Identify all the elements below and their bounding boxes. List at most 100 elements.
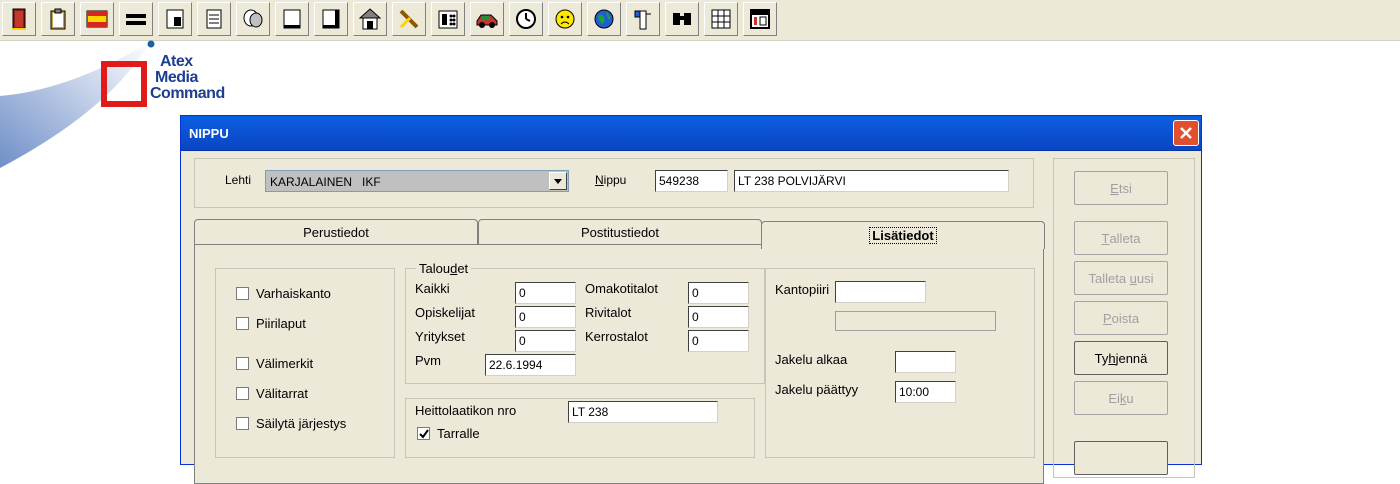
nippu-label-rest: ippu — [603, 173, 627, 187]
close-button[interactable] — [1173, 120, 1199, 146]
tarralle-checkbox[interactable] — [417, 427, 430, 440]
heittolaatikko-input[interactable]: LT 238 — [568, 401, 718, 423]
lehti-select[interactable]: KARJALAINEN IKF — [265, 170, 569, 192]
talleta-uusi-button[interactable]: Talleta u usi — [1074, 261, 1168, 295]
clock-icon[interactable] — [509, 2, 543, 36]
valitarrat-label: Välitarrat — [256, 386, 309, 401]
opiskelijat-label: Opiskelijat — [415, 305, 475, 320]
talleta-button[interactable]: Talleta — [1074, 221, 1168, 255]
btn-text-a: Ei — [1108, 390, 1120, 406]
valitarrat-checkbox[interactable] — [236, 387, 249, 400]
tab-label: Postitustiedot — [580, 225, 660, 240]
jakelu-paattyy-input[interactable]: 10:00 — [895, 381, 956, 403]
omakotitalot-input[interactable]: 0 — [688, 282, 749, 304]
btn-text-b: usi — [1136, 270, 1154, 286]
jakelu-alkaa-input[interactable] — [895, 351, 956, 373]
taloudet-title-a: Talou — [419, 261, 451, 276]
nippu-label: Nippu — [595, 173, 626, 187]
valimerkit-label: Välimerkit — [256, 356, 314, 371]
opiskelijat-input[interactable]: 0 — [515, 306, 576, 328]
rivitalot-input[interactable]: 0 — [688, 306, 749, 328]
stamp-icon[interactable] — [158, 2, 192, 36]
rivitalot-label: Rivitalot — [585, 305, 632, 320]
action-buttons-group: Etsi Talleta Talleta u usi Poista Ty h jenn… — [1053, 158, 1195, 478]
main-toolbar — [0, 0, 1400, 41]
btn-text-b: oista — [1111, 310, 1140, 326]
tyhjenna-button[interactable]: Ty h jennä — [1074, 341, 1168, 375]
btn-text-b: alleta — [1109, 230, 1141, 246]
logo-line-3: Command — [150, 85, 225, 102]
house-icon[interactable] — [353, 2, 387, 36]
nippu-number-input[interactable]: 549238 — [655, 170, 728, 192]
tab-label: Perustiedot — [303, 225, 369, 240]
jakelu-paattyy-label: Jakelu päättyy — [775, 382, 859, 397]
globe-icon[interactable] — [587, 2, 621, 36]
window-title: NIPPU — [189, 126, 229, 141]
mailbox-icon[interactable] — [626, 2, 660, 36]
notepad-icon[interactable] — [197, 2, 231, 36]
options-group: Varhaiskanto Piirilaput Välimerkit Välit… — [215, 268, 395, 458]
logo-line-2: Media — [155, 69, 198, 86]
etsi-button[interactable]: Etsi — [1074, 171, 1168, 205]
document-icon[interactable] — [275, 2, 309, 36]
door-exit-icon[interactable] — [2, 2, 36, 36]
btn-mnemonic: T — [1101, 230, 1110, 246]
kerrostalot-label: Kerrostalot — [585, 329, 648, 344]
equals-icon[interactable] — [119, 2, 153, 36]
btn-text-a: Talleta — [1088, 270, 1130, 286]
close-icon — [1180, 127, 1192, 139]
sailyta-jarjestys-label: Säilytä järjestys — [256, 416, 347, 431]
tab-label: Lisätiedot — [869, 227, 937, 244]
yritykset-label: Yritykset — [415, 329, 465, 344]
heittolaatikko-group: Heittolaatikon nro LT 238 Tarralle — [405, 398, 755, 458]
yritykset-input[interactable]: 0 — [515, 330, 576, 352]
tools-icon[interactable] — [392, 2, 426, 36]
eiku-button[interactable]: Ei k u — [1074, 381, 1168, 415]
grid-icon[interactable] — [704, 2, 738, 36]
valimerkit-checkbox[interactable] — [236, 357, 249, 370]
pvm-input[interactable]: 22.6.1994 — [485, 354, 576, 376]
checkmark-icon — [418, 428, 429, 439]
clipboard-icon[interactable] — [41, 2, 75, 36]
heittolaatikko-label: Heittolaatikon nro — [415, 403, 517, 418]
masks-icon[interactable] — [236, 2, 270, 36]
poista-button[interactable]: Poista — [1074, 301, 1168, 335]
btn-text-b: jennä — [1115, 350, 1148, 366]
nippu-name-input[interactable]: LT 238 POLVIJÄRVI — [734, 170, 1009, 192]
btn-text-a: Ty — [1094, 350, 1109, 366]
lehti-value: KARJALAINEN IKF — [270, 175, 381, 189]
btn-text-b: tsi — [1118, 180, 1132, 196]
kaikki-input[interactable]: 0 — [515, 282, 576, 304]
kantopiiri-description — [835, 311, 996, 331]
partial-button[interactable] — [1074, 441, 1168, 475]
document-alt-icon[interactable] — [314, 2, 348, 36]
tarralle-label: Tarralle — [437, 426, 480, 441]
btn-mnemonic: h — [1108, 350, 1116, 366]
kerrostalot-input[interactable]: 0 — [688, 330, 749, 352]
piirilaput-checkbox[interactable] — [236, 317, 249, 330]
omakotitalot-label: Omakotitalot — [585, 281, 658, 296]
tab-lisatiedot[interactable]: Lisätiedot — [761, 221, 1045, 249]
sailyta-jarjestys-checkbox[interactable] — [236, 417, 249, 430]
binoculars-icon[interactable] — [665, 2, 699, 36]
dropdown-arrow[interactable] — [549, 172, 567, 190]
tab-panel-lisatiedot: Varhaiskanto Piirilaput Välimerkit Välit… — [194, 244, 1044, 484]
telephone-icon[interactable] — [431, 2, 465, 36]
jakelu-alkaa-label: Jakelu alkaa — [775, 352, 848, 367]
tab-postitustiedot[interactable]: Postitustiedot — [478, 219, 762, 245]
varhaiskanto-checkbox[interactable] — [236, 287, 249, 300]
kantopiiri-input[interactable] — [835, 281, 926, 303]
nippu-label-mnemonic: N — [595, 173, 604, 187]
header-group: Lehti KARJALAINEN IKF Nippu 549238 LT 23… — [194, 158, 1034, 208]
car-icon[interactable] — [470, 2, 504, 36]
tab-perustiedot[interactable]: Perustiedot — [194, 219, 478, 245]
face-icon[interactable] — [548, 2, 582, 36]
flag-icon[interactable] — [80, 2, 114, 36]
calendar-icon[interactable] — [743, 2, 777, 36]
btn-text-b: u — [1126, 390, 1134, 406]
btn-mnemonic: P — [1102, 310, 1112, 326]
taloudet-title-b: et — [457, 261, 469, 276]
lehti-label: Lehti — [225, 173, 252, 187]
taloudet-title: Taloudet — [416, 261, 472, 276]
title-bar[interactable]: NIPPU — [181, 116, 1201, 151]
